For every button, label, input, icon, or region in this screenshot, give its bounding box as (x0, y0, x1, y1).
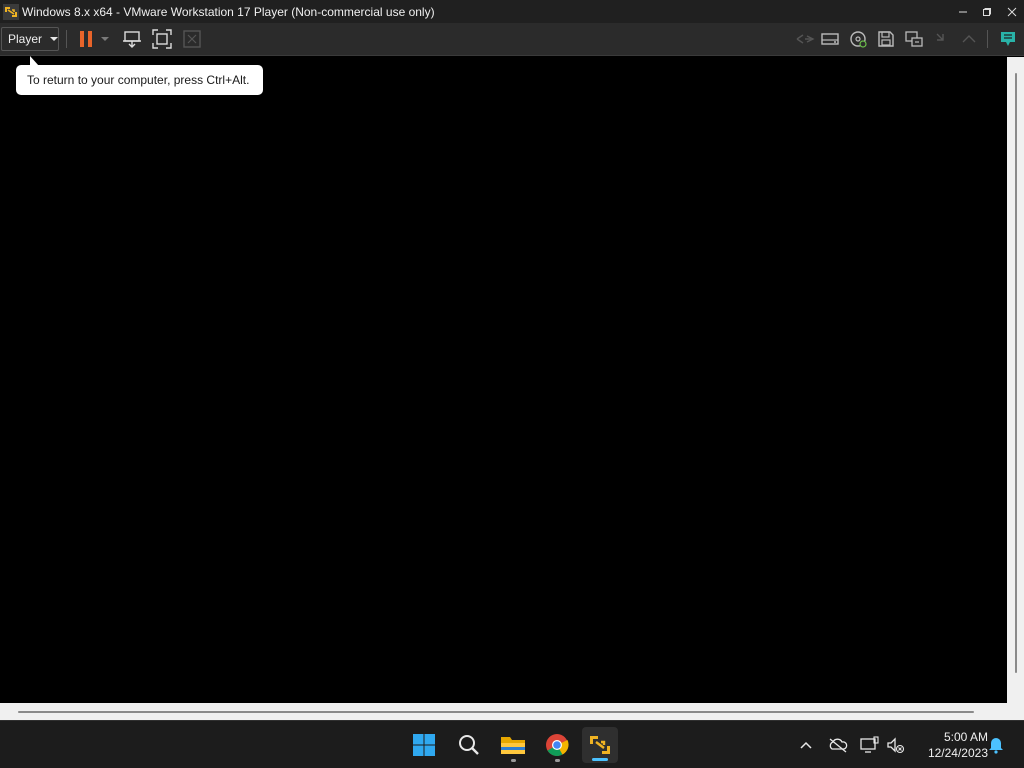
player-menu-label: Player (8, 32, 43, 46)
usb-devices-icon[interactable] (903, 28, 925, 50)
display-icon[interactable] (859, 735, 879, 755)
restore-icon[interactable] (975, 0, 999, 23)
running-indicator (511, 759, 516, 762)
chevron-down-icon (50, 37, 59, 41)
show-hidden-icons-icon[interactable] (796, 735, 816, 755)
window-title: Windows 8.x x64 - VMware Workstation 17 … (22, 4, 435, 19)
dropdown-arrow-icon[interactable] (97, 28, 113, 50)
release-input-tooltip: To return to your computer, press Ctrl+A… (16, 65, 263, 95)
player-toolbar: Player (0, 23, 1024, 56)
floppy-icon[interactable] (875, 28, 897, 50)
taskbar: 5:00 AM 12/24/2023 (0, 720, 1024, 768)
onedrive-icon[interactable] (828, 735, 848, 755)
printer-icon (958, 28, 980, 50)
network-volume-icon[interactable] (885, 735, 905, 755)
removable-device-icon[interactable] (819, 28, 841, 50)
windows-start-icon[interactable] (406, 727, 442, 763)
minimize-icon[interactable] (951, 0, 975, 23)
sound-card-icon (931, 28, 953, 50)
network-adapter-icon (794, 28, 816, 50)
unity-icon (181, 28, 203, 50)
toolbar-divider (66, 30, 67, 48)
vertical-scroll-thumb[interactable] (1015, 73, 1017, 673)
notification-bell-icon[interactable] (986, 735, 1006, 755)
fullscreen-icon[interactable] (151, 28, 173, 50)
horizontal-scroll-thumb[interactable] (18, 711, 974, 713)
file-explorer-icon[interactable] (495, 727, 531, 763)
toolbar-divider (987, 30, 988, 48)
cd-dvd-icon[interactable] (847, 28, 869, 50)
pause-icon[interactable] (75, 28, 97, 50)
vm-display[interactable] (0, 57, 1007, 703)
player-menu-button[interactable]: Player (1, 27, 59, 51)
vmware-player-icon[interactable] (582, 727, 618, 763)
active-app-indicator (592, 758, 608, 761)
vertical-scrollbar[interactable] (1007, 57, 1024, 703)
close-icon[interactable] (1000, 0, 1024, 23)
chrome-icon[interactable] (539, 727, 575, 763)
title-bar[interactable]: Windows 8.x x64 - VMware Workstation 17 … (0, 0, 1024, 23)
search-icon[interactable] (451, 727, 487, 763)
message-log-icon[interactable] (997, 28, 1019, 50)
horizontal-scrollbar[interactable] (0, 703, 1024, 720)
clock-date: 12/24/2023 (927, 746, 988, 760)
clock-time: 5:00 AM (943, 730, 988, 744)
send-ctrl-alt-del-icon[interactable] (121, 28, 143, 50)
system-clock[interactable]: 5:00 AM 12/24/2023 (912, 729, 988, 761)
running-indicator (555, 759, 560, 762)
tooltip-text: To return to your computer, press Ctrl+A… (27, 73, 250, 87)
vmware-app-icon (3, 3, 19, 20)
